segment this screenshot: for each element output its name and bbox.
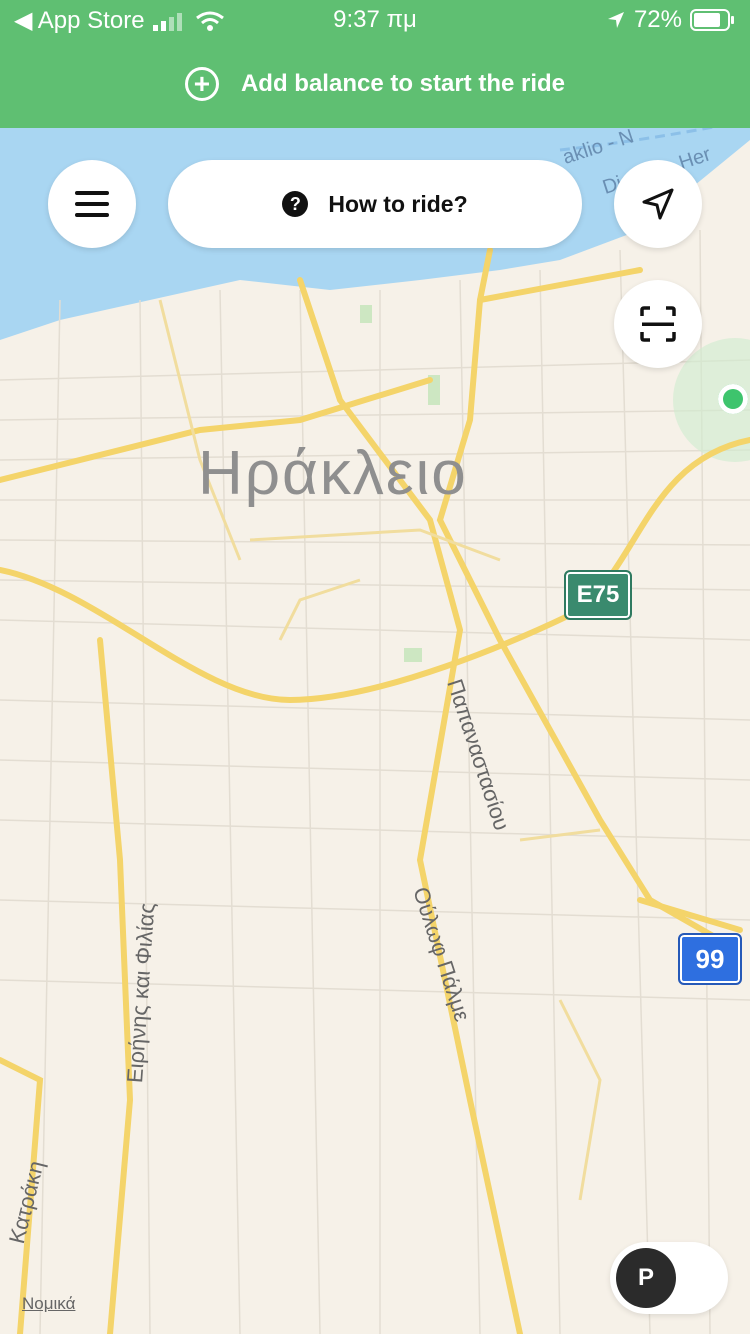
scan-icon bbox=[640, 306, 676, 342]
route-shield-99: 99 bbox=[678, 933, 742, 985]
city-label: Ηράκλειο bbox=[198, 439, 468, 508]
how-to-ride-label: How to ride? bbox=[328, 190, 468, 217]
banner-label: Add balance to start the ride bbox=[240, 70, 566, 97]
battery-percent: 72% bbox=[633, 6, 682, 33]
hamburger-menu-icon bbox=[75, 191, 109, 217]
battery-icon bbox=[690, 9, 734, 31]
parking-icon: P bbox=[616, 1248, 676, 1308]
locate-me-button[interactable] bbox=[614, 160, 702, 248]
scooter-location-marker[interactable] bbox=[718, 384, 748, 414]
how-to-ride-button[interactable]: ? How to ride? bbox=[168, 160, 582, 248]
status-right: 72% bbox=[606, 6, 736, 34]
question-icon: ? bbox=[282, 191, 309, 217]
legal-link[interactable]: Νομικά bbox=[22, 1294, 75, 1314]
add-circle-icon: + bbox=[184, 67, 219, 101]
location-arrow-icon bbox=[607, 12, 624, 28]
navigation-arrow-icon bbox=[642, 188, 674, 220]
menu-button[interactable] bbox=[48, 160, 136, 248]
scan-qr-button[interactable] bbox=[614, 280, 702, 368]
parking-toggle[interactable]: P bbox=[610, 1242, 728, 1314]
status-bar: ◀ App Store 9:37 πμ 72% bbox=[0, 0, 750, 40]
add-balance-banner[interactable]: + Add balance to start the ride bbox=[0, 40, 750, 128]
route-shield-e75: E75 bbox=[564, 570, 632, 620]
